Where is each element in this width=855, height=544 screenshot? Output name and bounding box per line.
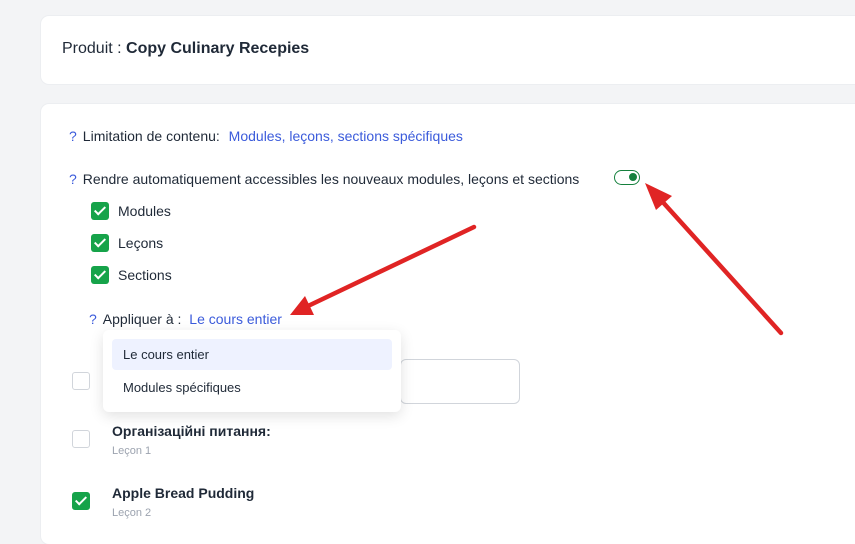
content-limit-label: Limitation de contenu: — [82, 128, 220, 144]
help-icon[interactable]: ? — [69, 128, 77, 144]
lesson-title: Apple Bread Pudding — [112, 485, 255, 501]
page-title: Produit : Copy Culinary Recepies — [62, 40, 309, 58]
toggle-knob — [629, 173, 637, 181]
module-checkbox[interactable] — [72, 372, 90, 390]
modules-checkbox[interactable] — [91, 202, 109, 220]
lesson-subtitle: Leçon 1 — [112, 445, 152, 457]
apply-to-dropdown: Le cours entier Modules spécifiques — [103, 330, 401, 412]
help-icon[interactable]: ? — [69, 171, 77, 187]
lessons-checkbox[interactable] — [91, 234, 109, 252]
lesson-checkbox[interactable] — [72, 430, 90, 448]
content-limit-value-link[interactable]: Modules, leçons, sections spécifiques — [229, 128, 463, 144]
lesson-subtitle: Leçon 2 — [112, 507, 152, 519]
dropdown-option-whole-course[interactable]: Le cours entier — [112, 339, 392, 370]
product-name: Copy Culinary Recepies — [126, 40, 310, 57]
lessons-checkbox-label: Leçons — [118, 235, 164, 251]
lesson-checkbox[interactable] — [72, 492, 90, 510]
apply-to-row: ? Appliquer à : Le cours entier — [89, 311, 282, 327]
dropdown-option-specific-modules[interactable]: Modules spécifiques — [112, 372, 392, 403]
content-limit-row: ? Limitation de contenu: Modules, leçons,… — [69, 128, 463, 144]
module-input[interactable] — [400, 359, 520, 404]
apply-to-value-link[interactable]: Le cours entier — [189, 311, 282, 327]
lesson-title: Організаційні питання: — [112, 423, 271, 439]
sections-checkbox[interactable] — [91, 266, 109, 284]
product-header-card: Produit : Copy Culinary Recepies — [41, 16, 855, 84]
auto-access-label: Rendre automatiquement accessibles les n… — [82, 171, 580, 187]
auto-access-row: ? Rendre automatiquement accessibles les … — [69, 171, 579, 187]
auto-access-toggle[interactable] — [614, 170, 640, 185]
product-prefix: Produit : — [62, 40, 127, 57]
modules-checkbox-label: Modules — [118, 203, 171, 219]
sections-checkbox-label: Sections — [118, 267, 172, 283]
apply-to-label: Appliquer à : — [102, 311, 182, 327]
help-icon[interactable]: ? — [89, 311, 97, 327]
